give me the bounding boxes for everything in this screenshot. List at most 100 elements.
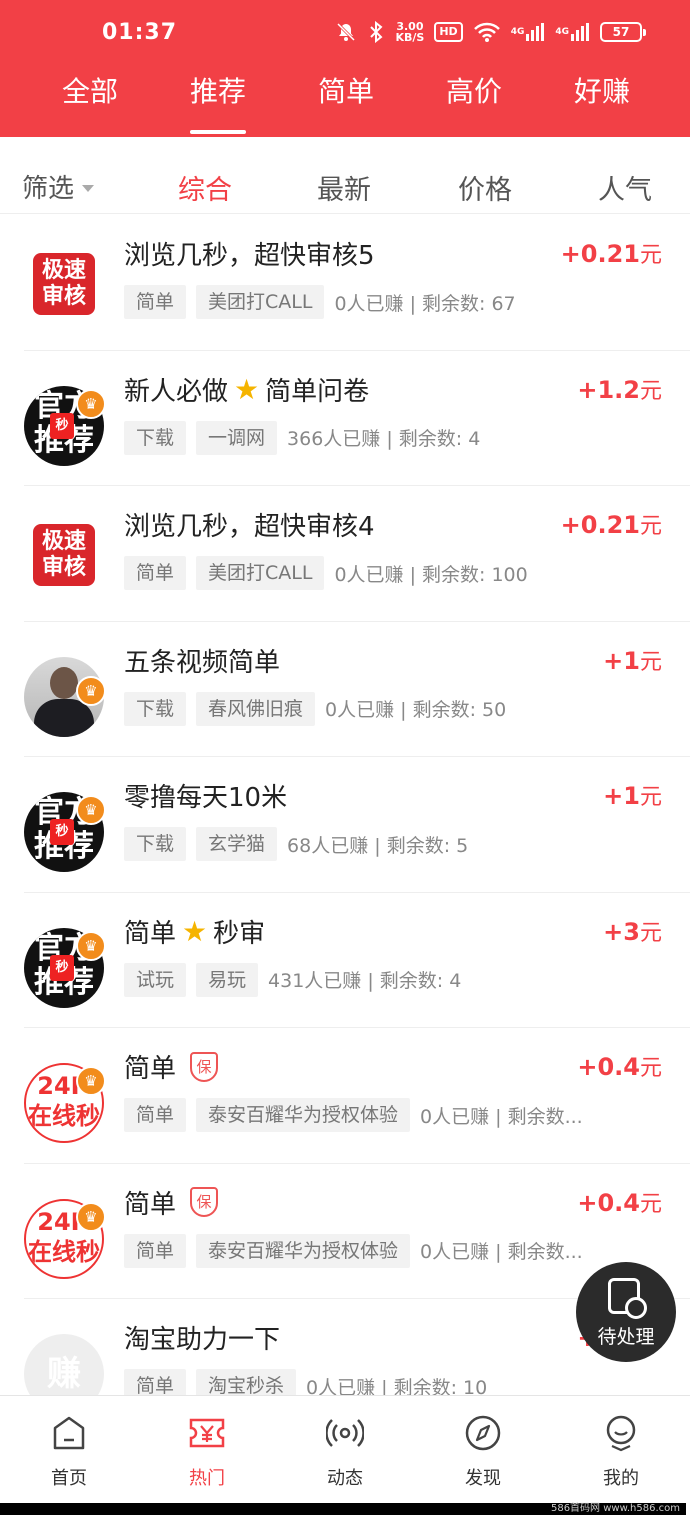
filter-label: 筛选 [22,174,75,204]
task-item[interactable]: 极速审核 浏览几秒，超快审核5 +0.21元 简单 美团打CALL 0人已赚 |… [24,215,690,351]
app-header: 01:37 3.00 KB/S HD 4G 4G 57 全部 推荐 简单 高价 … [0,0,690,137]
task-price: +1元 [603,779,662,811]
task-meta: 简单 泰安百耀华为授权体验 0人已赚 | 剩余数... [124,1233,686,1268]
caret-down-icon [82,185,95,192]
nav-mine[interactable]: 我的 [552,1396,690,1503]
task-project-tag: 易玩 [196,962,259,997]
task-price: +3元 [603,915,662,947]
task-item[interactable]: 官方推荐 秒 ♛ 零撸每天10米 +1元 下载 玄学猫 68人已赚 | 剩余数:… [24,757,690,893]
active-tab-indicator [190,130,246,134]
task-price-unit: 元 [639,785,662,810]
home-icon [53,1416,85,1450]
task-price-unit: 元 [639,1056,662,1081]
task-meta: 简单 泰安百耀华为授权体验 0人已赚 | 剩余数... [124,1098,686,1132]
task-stats: 0人已赚 | 剩余数... [420,1105,583,1128]
task-title-text: 浏览几秒，超快审核5 [124,241,375,271]
task-stats: 431人已赚 | 剩余数: 4 [268,970,462,992]
profile-icon [606,1415,636,1452]
task-item[interactable]: 24H在线秒 ♛ 简单 保 +0.4元 简单 泰安百耀华为授权体验 0人已赚 |… [24,1028,690,1164]
fast-review-avatar: 极速审核 [33,253,95,315]
task-item[interactable]: 官方推荐 秒 ♛ 新人必做 ★ 简单问卷 +1.2元 下载 一调网 366人已赚… [24,351,690,486]
nav-discover[interactable]: 发现 [414,1396,552,1503]
crown-icon: ♛ [76,675,106,706]
task-title-part-a: 简单 [124,918,177,949]
signal-4g-icon-2: 4G [555,20,590,44]
tab-high-price[interactable]: 高价 [410,70,538,130]
pending-clock-icon [608,1278,647,1319]
task-price-unit: 元 [639,243,662,268]
task-meta: 下载 春风佛旧痕 0人已赚 | 剩余数: 50 [124,691,686,726]
task-title: 淘宝助力一下 [124,1319,280,1356]
task-meta: 下载 一调网 366人已赚 | 剩余数: 4 [124,420,686,455]
guarantee-shield-icon: 保 [190,1051,219,1082]
task-project-tag: 春风佛旧痕 [196,691,316,726]
crown-icon: ♛ [76,930,106,961]
seconds-badge: 秒 [50,412,74,439]
task-stats: 366人已赚 | 剩余数: 4 [287,428,481,450]
task-stats: 0人已赚 | 剩余数... [420,1241,583,1263]
nav-home[interactable]: 首页 [0,1396,138,1503]
hd-badge: HD [434,22,463,42]
network-type-1: 4G [510,27,525,37]
task-project-tag: 泰安百耀华为授权体验 [196,1098,411,1132]
guarantee-shield-icon: 保 [190,1187,219,1217]
task-project-tag: 美团打CALL [196,556,325,590]
task-title: 简单 ★ 秒审 [124,913,265,950]
signal-4g-icon-1: 4G [511,20,546,44]
task-meta: 简单 淘宝秒杀 0人已赚 | 剩余数: 10 [124,1369,686,1395]
task-item[interactable]: ♛ 五条视频简单 +1元 下载 春风佛旧痕 0人已赚 | 剩余数: 50 [24,622,690,757]
hot-ticket-icon [189,1418,225,1448]
task-price-unit: 元 [639,649,662,675]
pending-label: 待处理 [597,1326,655,1348]
task-price-unit: 元 [639,378,662,404]
nav-label: 热门 [189,1468,225,1489]
task-type-tag: 下载 [124,827,187,861]
tab-recommended[interactable]: 推荐 [154,70,282,130]
task-type-tag: 简单 [124,556,187,590]
task-project-tag: 一调网 [196,420,278,455]
sort-newest[interactable]: 最新 [317,168,371,207]
task-stats: 0人已赚 | 剩余数: 10 [306,1376,488,1396]
task-type-tag: 试玩 [124,962,187,997]
filter-sort-bar: 筛选 综合 最新 价格 人气 [0,150,690,214]
task-type-tag: 下载 [124,420,187,455]
task-price-value: +0.21 [560,511,640,539]
task-title-text: 五条视频简单 [124,647,281,678]
task-meta: 简单 美团打CALL 0人已赚 | 剩余数: 100 [124,556,686,590]
status-time: 01:37 [102,20,178,45]
network-type-2: 4G [555,27,569,37]
nav-activity[interactable]: 动态 [276,1396,414,1503]
seconds-badge: 秒 [50,819,74,845]
task-type-tag: 简单 [124,285,187,319]
tab-all[interactable]: 全部 [26,70,154,130]
pending-tasks-button[interactable]: 待处理 [576,1262,676,1362]
task-meta: 试玩 易玩 431人已赚 | 剩余数: 4 [124,962,686,997]
task-project-tag: 泰安百耀华为授权体验 [196,1233,411,1268]
task-item[interactable]: 官方推荐 秒 ♛ 简单 ★ 秒审 +3元 试玩 易玩 431人已赚 | 剩余数:… [24,893,690,1028]
task-price-unit: 元 [639,920,662,946]
task-price-value: +0.4 [577,1053,640,1081]
crown-icon: ♛ [76,1066,106,1096]
task-list: 极速审核 浏览几秒，超快审核5 +0.21元 简单 美团打CALL 0人已赚 |… [0,215,690,1395]
network-speed-unit: KB/S [395,31,425,44]
bottom-nav: 首页 热门 动态 发现 我的 [0,1395,690,1503]
task-price-unit: 元 [639,1191,662,1217]
filter-button[interactable]: 筛选 [22,168,95,205]
network-speed: 3.00 KB/S [395,21,424,43]
task-price: +1元 [603,644,662,676]
sort-popularity[interactable]: 人气 [598,168,652,207]
bluetooth-icon [367,20,385,44]
task-project-tag: 玄学猫 [196,827,278,861]
task-item[interactable]: 极速审核 浏览几秒，超快审核4 +0.21元 简单 美团打CALL 0人已赚 |… [24,486,690,622]
tab-simple[interactable]: 简单 [282,70,410,130]
task-type-tag: 简单 [124,1233,187,1268]
task-title: 新人必做 ★ 简单问卷 [124,371,369,408]
sort-price[interactable]: 价格 [458,168,512,207]
nav-hot[interactable]: 热门 [138,1396,276,1503]
tab-good-earn[interactable]: 好赚 [538,70,666,130]
task-title: 零撸每天10米 [124,777,287,814]
sort-comprehensive[interactable]: 综合 [178,168,232,207]
task-price: +0.21元 [561,508,662,540]
task-stats: 0人已赚 | 剩余数: 67 [334,292,516,315]
task-title-text: 简单 [124,1189,177,1220]
